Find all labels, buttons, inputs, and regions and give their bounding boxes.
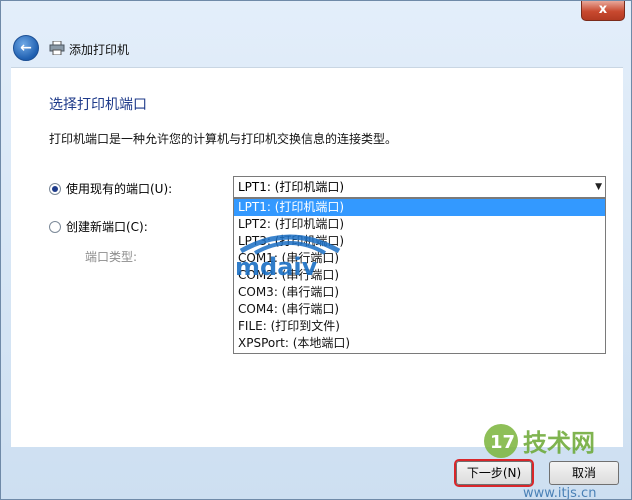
window-title: 添加打印机 — [69, 43, 130, 57]
watermark-logo: mdaiv — [235, 234, 341, 279]
page-description: 打印机端口是一种允许您的计算机与打印机交换信息的连接类型。 — [49, 132, 398, 146]
create-new-port-option[interactable]: 创建新端口(C): — [49, 218, 148, 235]
watermark-logo-text: mdaiv — [235, 253, 318, 279]
watermark-site: 17 技术网 www.itjs.cn — [484, 424, 596, 499]
printer-icon — [49, 41, 65, 55]
back-arrow-icon: ← — [20, 40, 32, 56]
port-option[interactable]: COM4: (串行端口) — [234, 301, 605, 318]
port-option[interactable]: FILE: (打印到文件) — [234, 318, 605, 335]
dialog-window: x ← 添加打印机 选择打印机端口 打印机端口是一种允许您的计算机与打印机交换信… — [0, 0, 632, 500]
page-heading: 选择打印机端口 — [49, 97, 147, 113]
close-button[interactable]: x — [581, 1, 625, 21]
port-option[interactable]: COM3: (串行端口) — [234, 284, 605, 301]
watermark-badge-text: 17 — [490, 432, 515, 453]
create-new-radio[interactable] — [49, 220, 61, 233]
use-existing-label: 使用现有的端口(U): — [66, 182, 173, 196]
port-select[interactable]: LPT1: (打印机端口) ▼ — [233, 176, 606, 198]
port-option[interactable]: XPSPort: (本地端口) — [234, 335, 605, 352]
use-existing-radio[interactable] — [49, 182, 61, 195]
port-type-label: 端口类型: — [85, 250, 138, 264]
port-select-value: LPT1: (打印机端口) — [238, 180, 345, 194]
title-bar: ← 添加打印机 — [1, 25, 631, 65]
back-button[interactable]: ← — [13, 35, 39, 61]
use-existing-port-option[interactable]: 使用现有的端口(U): — [49, 180, 172, 197]
chevron-down-icon[interactable]: ▼ — [595, 177, 602, 197]
port-option[interactable]: LPT1: (打印机端口) — [234, 199, 605, 216]
watermark-url-text: www.itjs.cn — [523, 486, 596, 499]
create-new-label: 创建新端口(C): — [66, 220, 148, 234]
watermark-site-text: 技术网 — [523, 429, 595, 457]
